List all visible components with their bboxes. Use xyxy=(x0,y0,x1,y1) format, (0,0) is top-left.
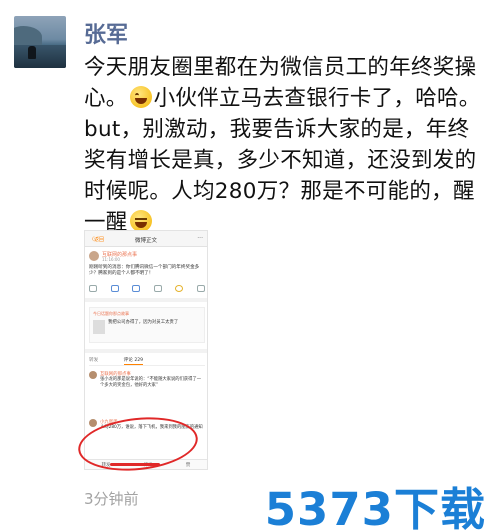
avatar-lake xyxy=(14,44,66,68)
post-text: 今天朋友圈里都在为微信员工的年终奖操心。 小伙伴立马去查银行卡了，哈哈。but，别… xyxy=(84,52,482,238)
screenshot-post-body: 刚刚听到的消息：你们腾讯微信一个部门的年终奖金多少？腾家到的是个人都不明了！ xyxy=(89,265,200,276)
star-icon xyxy=(175,285,184,292)
qq-icon xyxy=(153,285,162,292)
screenshot-tabs: 转发 评论 229 xyxy=(89,357,205,366)
share-icon xyxy=(89,285,97,292)
author-name[interactable]: 张军 xyxy=(84,17,128,49)
laughing-emoji-icon xyxy=(129,86,152,108)
screenshot-bottom-like: 赞 xyxy=(185,462,191,468)
screenshot-quote-card: 今日话题你那点故事 我把公司办得了，因为对员工太贵了 xyxy=(89,307,205,343)
screenshot-tab-comments: 评论 229 xyxy=(123,358,144,365)
screenshot-comment-1-text: 张小龙的那是说年说的：“不能随大家说的们获得了一个多大的奖金包，他好的大家” xyxy=(100,377,202,388)
wechat-icon xyxy=(110,285,119,292)
more-share-icon xyxy=(196,285,205,292)
red-underline xyxy=(110,463,160,466)
post-time: 3分钟前 xyxy=(84,490,139,508)
avatar-person xyxy=(28,46,36,59)
screenshot-comment-1-avatar xyxy=(89,371,97,379)
screenshot-quote-thumb xyxy=(93,320,105,334)
screenshot-share-row xyxy=(89,285,205,292)
screenshot-divider xyxy=(85,298,207,302)
screenshot-quote-source: 今日话题你那点故事 xyxy=(93,311,129,316)
grin-emoji-icon xyxy=(129,210,152,232)
screenshot-tab-reposts: 转发 xyxy=(89,358,99,363)
screenshot-quote-text: 我把公司办得了，因为对员工太贵了 xyxy=(108,320,179,325)
screenshot-title: 微博正文 xyxy=(134,238,157,244)
screenshot-divider-2 xyxy=(85,349,207,353)
avatar[interactable] xyxy=(14,16,66,68)
screenshot-comment-2-avatar xyxy=(89,419,97,427)
screenshot-post-time: 11:16:00 xyxy=(102,257,120,262)
screenshot-topbar: 〈返回 微博正文 ··· xyxy=(85,231,207,247)
screenshot-more-icon: ··· xyxy=(197,235,203,242)
screenshot-post-avatar xyxy=(89,251,99,261)
watermark-logo: 5373下载 xyxy=(264,483,486,532)
avatar-hill xyxy=(14,26,42,46)
moments-icon xyxy=(132,285,141,292)
